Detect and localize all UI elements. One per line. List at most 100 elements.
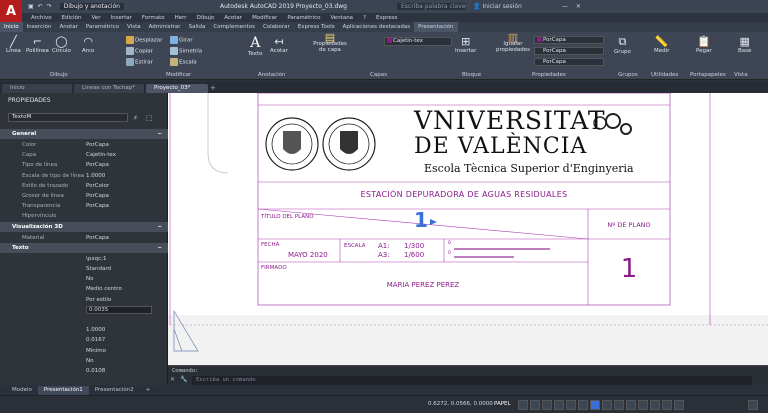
workspace-selector[interactable]: Dibujo y anotación <box>59 3 124 10</box>
property-row[interactable]: No <box>0 274 168 284</box>
property-row[interactable]: Estilo de trazado PorColor <box>0 181 168 191</box>
property-row[interactable]: 0.0167 <box>0 335 168 345</box>
workspace-icon[interactable] <box>614 400 624 410</box>
section-general[interactable]: General − <box>0 129 168 139</box>
layout-tab-model[interactable]: Modelo <box>6 386 38 395</box>
drawing-canvas[interactable]: VNIVERSITAT DE VALÈNCIA Escola Tècnica S… <box>168 93 768 365</box>
property-row[interactable]: Color PorCapa <box>0 140 168 150</box>
menu-item[interactable]: Modificar <box>247 15 282 21</box>
text-tool[interactable]: A Texto <box>248 35 263 57</box>
ribbon-tab[interactable]: Aplicaciones destacadas <box>339 22 415 32</box>
property-row[interactable]: Transparencia PorCapa <box>0 201 168 211</box>
menu-item[interactable]: Insertar <box>105 15 136 21</box>
close-command-icon[interactable]: ✕ <box>170 376 178 384</box>
minimize-icon[interactable]: — <box>562 3 568 10</box>
snap-icon[interactable] <box>530 400 540 410</box>
menu-item[interactable]: Formato <box>137 15 170 21</box>
menu-item[interactable]: Ventana <box>325 15 358 21</box>
rotate-button[interactable]: Girar <box>170 36 193 44</box>
paste-button[interactable]: 📋 Pegar <box>696 35 712 54</box>
menu-item[interactable]: Archivo <box>26 15 57 21</box>
lineweight-dropdown[interactable]: PorCapa <box>534 47 604 55</box>
property-row[interactable]: No <box>0 356 168 366</box>
ribbon-tab[interactable]: Anotar <box>55 22 81 32</box>
ribbon-tab[interactable]: Salida <box>185 22 210 32</box>
ribbon-tab[interactable]: Vista <box>123 22 145 32</box>
paper-space-toggle[interactable]: PAPEL <box>494 401 511 407</box>
app-logo[interactable]: A <box>0 0 22 22</box>
command-input[interactable]: Escriba un comando <box>192 376 752 385</box>
insert-block-button[interactable]: ⊞ Insertar <box>455 35 476 54</box>
hardware-acceleration-icon[interactable] <box>662 400 672 410</box>
ribbon-tab[interactable]: Paramétrico <box>82 22 123 32</box>
ribbon-tab[interactable]: Inicio <box>0 22 23 32</box>
circle-tool[interactable]: ◯ Círculo <box>52 35 71 54</box>
line-tool[interactable]: ╱ Línea <box>6 35 21 54</box>
menu-item[interactable]: Paramétrico <box>282 15 325 21</box>
property-row[interactable]: Medio centro <box>0 284 168 294</box>
grip-arrow-icon[interactable] <box>430 219 437 225</box>
collapse-icon[interactable]: − <box>157 131 162 137</box>
layer-dropdown[interactable]: Cajetin-tex <box>384 37 452 46</box>
menu-item[interactable]: Dibujo <box>192 15 220 21</box>
annotation-scale-icon[interactable] <box>602 400 612 410</box>
arc-tool[interactable]: ◠ Arco <box>82 35 94 54</box>
polar-icon[interactable] <box>554 400 564 410</box>
isolate-icon[interactable] <box>650 400 660 410</box>
collapse-icon[interactable]: − <box>157 224 162 230</box>
select-objects-icon[interactable]: ⬚ <box>146 114 153 122</box>
menu-item[interactable]: Herr <box>170 15 192 21</box>
property-row[interactable]: 1.0000 <box>0 325 168 335</box>
property-row[interactable]: Standard <box>0 264 168 274</box>
lineweight-icon[interactable] <box>578 400 588 410</box>
menu-item[interactable]: ? <box>358 15 371 21</box>
ribbon-tab[interactable]: Inserción <box>23 22 56 32</box>
ribbon-tab[interactable]: Complementos <box>209 22 259 32</box>
property-row[interactable]: Escala de tipo de línea 1.0000 <box>0 171 168 181</box>
base-view-button[interactable]: ▦ Base <box>738 35 751 54</box>
linetype-dropdown[interactable]: PorCapa <box>534 58 604 66</box>
osnap-icon[interactable] <box>566 400 576 410</box>
ribbon-tab[interactable]: Administrar <box>145 22 185 32</box>
units-icon[interactable] <box>638 400 648 410</box>
property-row[interactable] <box>0 315 168 325</box>
doc-tab-start[interactable]: Inicio <box>2 84 72 93</box>
annotation-monitor-icon[interactable] <box>626 400 636 410</box>
property-row[interactable]: Mínimo <box>0 346 168 356</box>
property-row[interactable]: Hipervínculo <box>0 211 168 221</box>
layer-properties-button[interactable]: ▤ Propiedades de capa <box>312 32 348 53</box>
property-row[interactable]: Por estilo <box>0 295 168 305</box>
user-icon[interactable]: 👤 <box>473 3 480 10</box>
object-type-dropdown[interactable]: TextoM <box>8 113 128 122</box>
menu-item[interactable]: Acotar <box>219 15 247 21</box>
property-row[interactable]: 0.0108 <box>0 366 168 376</box>
layout-tab-layout2[interactable]: Presentación2 <box>89 386 140 395</box>
doc-tab-proyecto[interactable]: Proyecto_03* <box>146 84 208 93</box>
property-row[interactable]: 0.0035 <box>0 305 168 315</box>
color-dropdown[interactable]: PorCapa <box>534 36 604 44</box>
menu-item[interactable]: Edición <box>57 15 87 21</box>
stretch-button[interactable]: Estirar <box>126 58 153 66</box>
redo-icon[interactable]: ↷ <box>47 3 52 10</box>
copy-button[interactable]: Copiar <box>126 47 153 55</box>
search-input[interactable]: Escriba palabra clave o frase <box>397 3 465 10</box>
move-button[interactable]: Desplazar <box>126 36 162 44</box>
signin-link[interactable]: Iniciar sesión <box>482 3 521 10</box>
quick-select-icon[interactable]: ⚡ <box>133 114 138 122</box>
ribbon-tab[interactable]: Presentación <box>414 22 458 32</box>
mirror-button[interactable]: Simetría <box>170 47 202 55</box>
doc-tab-lineas[interactable]: Lineas con Techap* <box>74 84 144 93</box>
save-icon[interactable]: ▣ <box>28 3 34 10</box>
plan-title-value[interactable]: 1 <box>414 209 428 231</box>
new-tab-icon[interactable]: + <box>210 84 220 93</box>
clean-screen-icon[interactable] <box>674 400 684 410</box>
group-button[interactable]: ⧉ Grupo <box>614 35 631 55</box>
match-properties-button[interactable]: ▥ Igualar propiedades <box>496 32 530 53</box>
property-row[interactable]: Material PorCapa <box>0 233 168 243</box>
measure-button[interactable]: 📏 Medir <box>654 35 669 54</box>
menu-item[interactable]: Express <box>371 15 402 21</box>
selection-cycling-icon[interactable] <box>590 400 600 410</box>
scale-button[interactable]: Escala <box>170 58 197 66</box>
property-row[interactable]: \pxqc;1 <box>0 254 168 264</box>
property-row[interactable]: Capa Cajetin-tex <box>0 150 168 160</box>
